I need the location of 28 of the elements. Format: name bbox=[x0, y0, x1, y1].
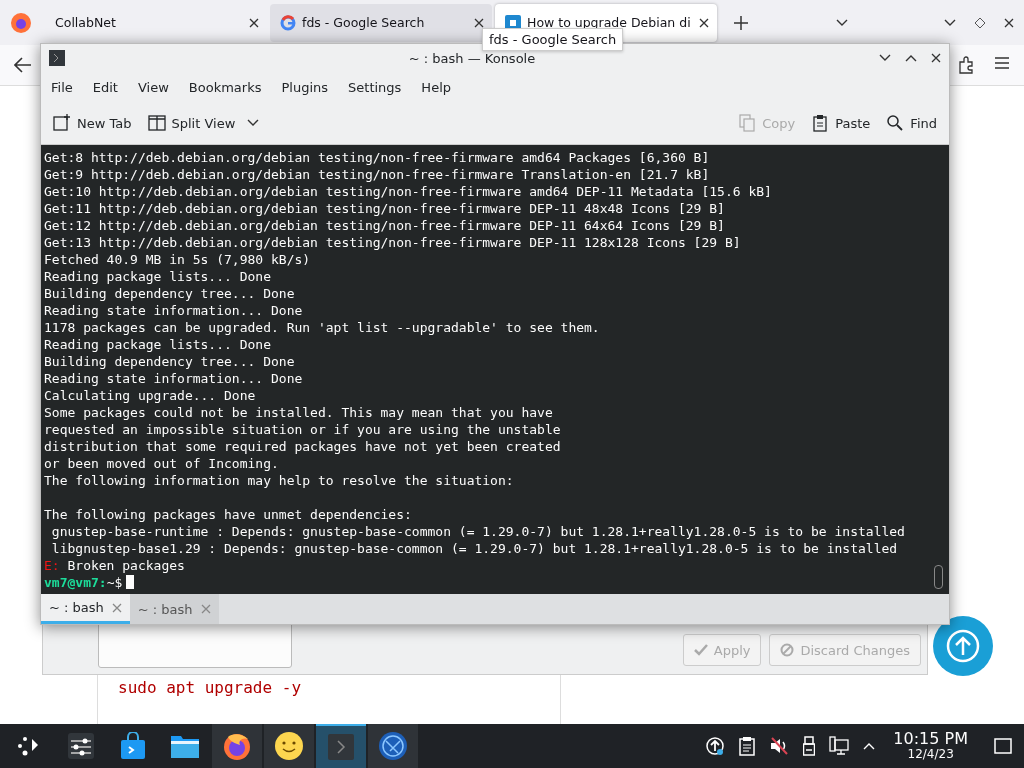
terminal-line: gnustep-base-runtime : Depends: gnustep-base-common (= 1.29.0-7) but 1.28.1+really1.28.0-5 is to be installed bbox=[50, 523, 906, 540]
code-line: sudo apt upgrade -y bbox=[118, 678, 302, 697]
tooltip: fds - Google Search bbox=[482, 28, 624, 51]
terminal-line: Calculating upgrade... Done bbox=[44, 387, 257, 404]
terminal-line: The following packages have unmet dependencies: bbox=[44, 506, 413, 523]
terminal-line: E: Broken packages bbox=[44, 557, 186, 574]
terminal-line: Get:12 http://deb.debian.org/debian testing/non-free-firmware DEP-11 64x64 Icons [29 B] bbox=[44, 217, 726, 234]
terminal-line: Get:13 http://deb.debian.org/debian testing/non-free-firmware DEP-11 128x128 Icons [29 B] bbox=[44, 234, 742, 251]
terminal-line: Get:8 http://deb.debian.org/debian testing/non-free-firmware amd64 Packages [6,360 B] bbox=[44, 149, 711, 166]
terminal-line: Reading package lists... Done bbox=[44, 336, 272, 353]
terminal-line: libgnustep-base1.29 : Depends: gnustep-base-common (= 1.29.0-7) but 1.28.1+really1.28.0-5 is to be installed bbox=[50, 540, 899, 557]
terminal-line: Some packages could not be installed. This may mean that you have bbox=[44, 404, 554, 421]
terminal-line: Reading package lists... Done bbox=[44, 268, 272, 285]
terminal-line: distribution that some required packages have not yet been created bbox=[44, 438, 562, 455]
terminal-line: Reading state information... Done bbox=[44, 370, 304, 387]
terminal-line: Building dependency tree... Done bbox=[44, 353, 296, 370]
terminal-line: The following information may help to resolve the situation: bbox=[44, 472, 515, 489]
terminal-line: Get:11 http://deb.debian.org/debian testing/non-free-firmware DEP-11 48x48 Icons [29 B] bbox=[44, 200, 726, 217]
terminal-line: Get:10 http://deb.debian.org/debian testing/non-free-firmware amd64 DEP-11 Metadata [15.6 kB] bbox=[44, 183, 773, 200]
window-title: ~ : bash — Konsole bbox=[407, 50, 537, 66]
terminal-line: or been moved out of Incoming. bbox=[44, 455, 280, 472]
terminal-line: Get:9 http://deb.debian.org/debian testing/non-free-firmware Translation-en [21.7 kB] bbox=[44, 166, 711, 183]
terminal-line: Reading state information... Done bbox=[44, 302, 304, 319]
terminal-line: Fetched 40.9 MB in 5s (7,980 kB/s) bbox=[44, 251, 312, 268]
shell-prompt: vm7@vm7:~$ bbox=[44, 575, 123, 590]
terminal-line: 1178 packages can be upgraded. Run 'apt list --upgradable' to see them. bbox=[44, 319, 601, 336]
terminal-line: Building dependency tree... Done bbox=[44, 285, 296, 302]
terminal-line: requested an impossible situation or if you are using the unstable bbox=[44, 421, 562, 438]
